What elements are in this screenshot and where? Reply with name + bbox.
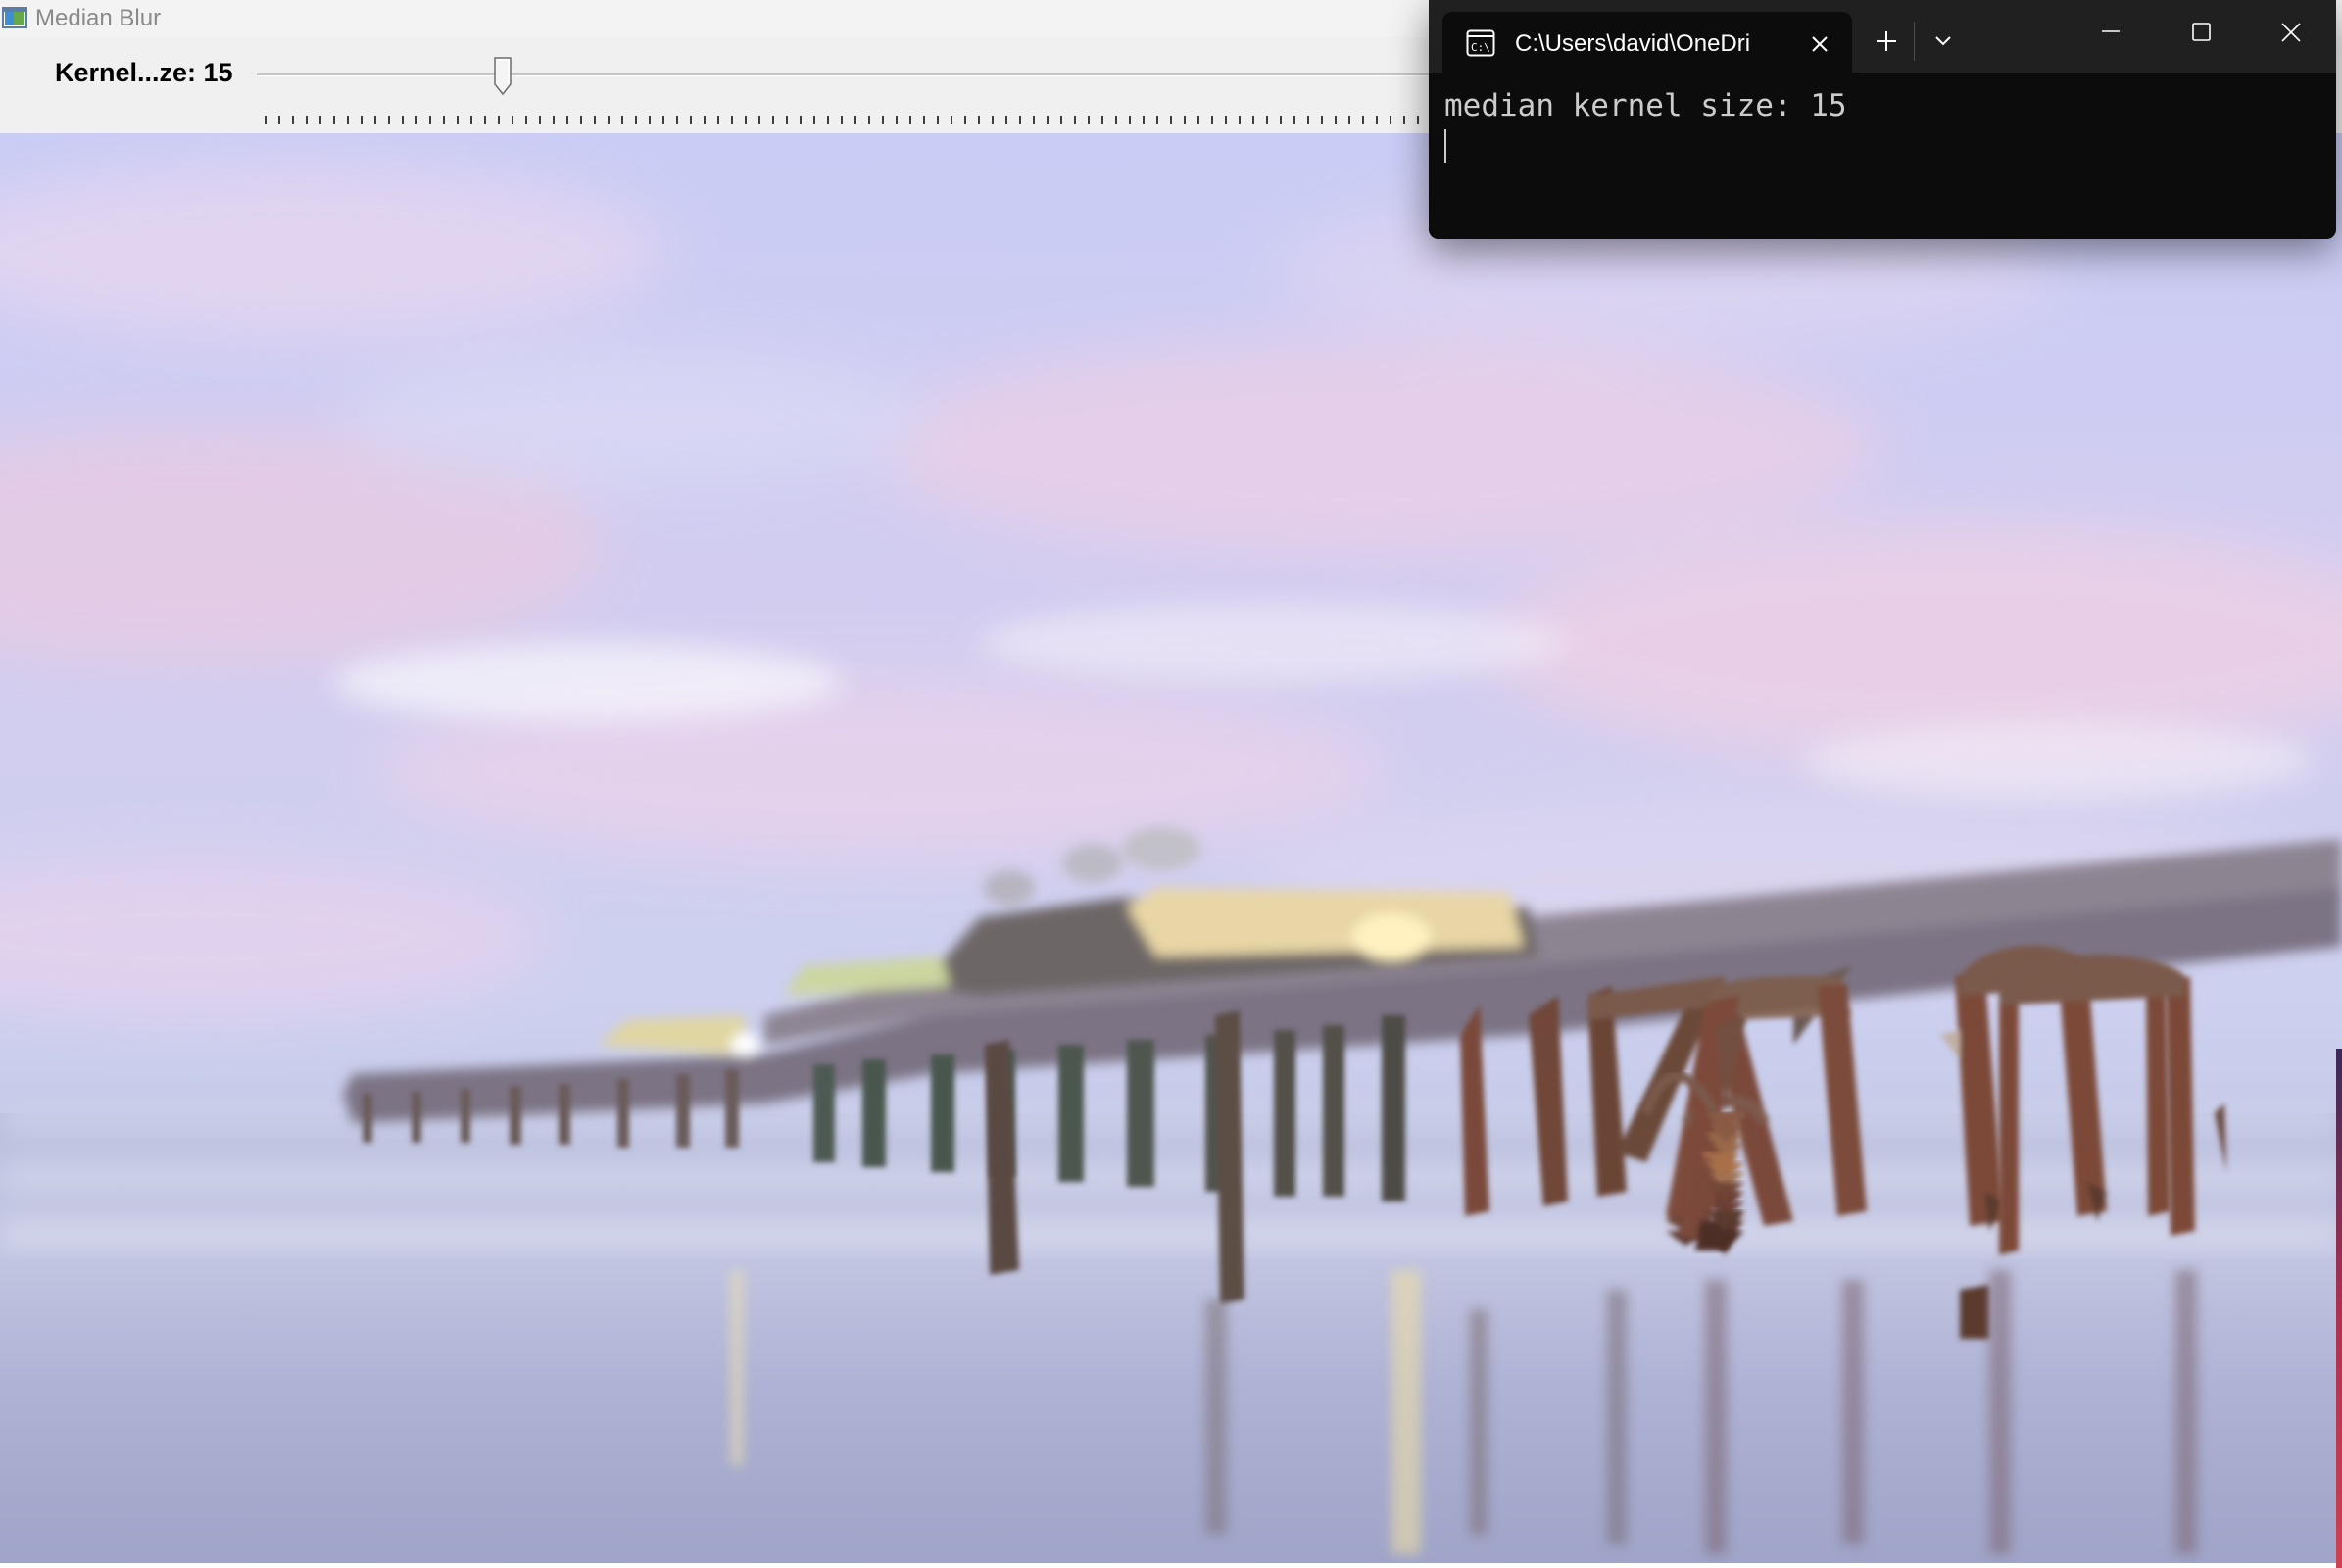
window-bottom-edge xyxy=(0,1563,2342,1568)
tab-title-fade xyxy=(1766,28,1793,60)
terminal-output[interactable]: median kernel size: 15 xyxy=(1429,73,2336,239)
maximize-icon[interactable] xyxy=(2156,0,2246,63)
slider-thumb[interactable] xyxy=(494,57,512,96)
terminal-tab-title: C:\Users\david\OneDri xyxy=(1515,30,1751,57)
svg-text:C:\: C:\ xyxy=(1471,41,1490,54)
cmd-icon: C:\ xyxy=(1466,29,1495,57)
terminal-window: C:\ C:\Users\david\OneDri median kernel … xyxy=(1429,0,2336,239)
trackbar-label: Kernel...ze: 15 xyxy=(55,58,233,87)
kernel-size-slider[interactable] xyxy=(253,55,1429,133)
window-title: Median Blur xyxy=(35,5,162,31)
terminal-tab-bar[interactable]: C:\ C:\Users\david\OneDri xyxy=(1429,0,2336,73)
slider-ticks xyxy=(265,116,1429,124)
terminal-output-line: median kernel size: 15 xyxy=(1444,88,1847,123)
close-icon[interactable] xyxy=(2246,0,2336,63)
text-cursor xyxy=(1444,129,1446,163)
blurred-image xyxy=(0,133,2342,1568)
desktop-background-edge xyxy=(2336,1049,2342,1568)
opencv-window-icon xyxy=(2,7,27,28)
tab-separator xyxy=(1914,22,1915,61)
minimize-icon[interactable] xyxy=(2066,0,2156,63)
plus-icon[interactable] xyxy=(1864,20,1909,61)
chevron-down-icon[interactable] xyxy=(1921,20,1966,61)
slider-groove xyxy=(257,73,1429,76)
terminal-tab[interactable]: C:\ C:\Users\david\OneDri xyxy=(1442,12,1852,73)
close-icon[interactable] xyxy=(1803,27,1836,61)
